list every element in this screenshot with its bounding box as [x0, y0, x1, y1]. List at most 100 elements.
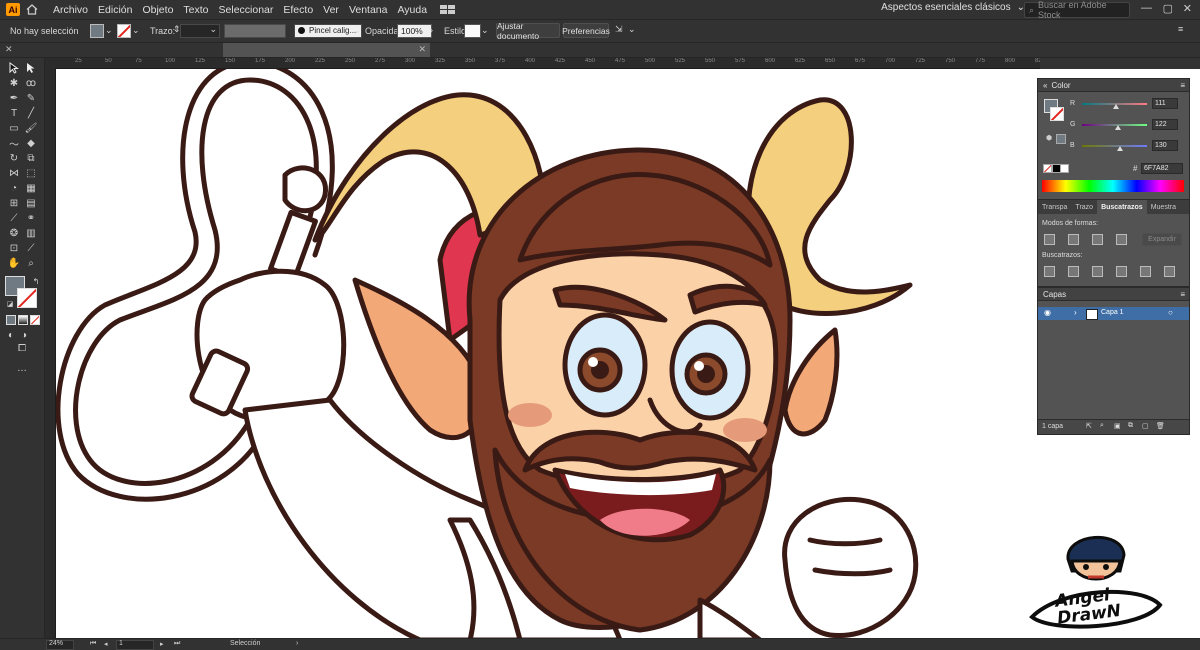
home-icon[interactable] — [26, 4, 38, 16]
free-transform-tool-icon[interactable]: ⬚ — [25, 167, 37, 179]
new-sublayer-icon[interactable]: ⧉ — [1128, 422, 1133, 430]
shape-builder-tool-icon[interactable]: ◔ — [8, 182, 20, 194]
green-knob[interactable] — [1115, 125, 1121, 130]
draw-inside-icon[interactable]: ◑ — [18, 329, 30, 341]
outline-icon[interactable] — [1140, 266, 1151, 277]
mesh-tool-icon[interactable]: ⊞ — [8, 197, 20, 209]
trim-icon[interactable] — [1068, 266, 1079, 277]
unite-icon[interactable] — [1044, 234, 1055, 245]
eyedropper-tool-icon[interactable]: ⟋ — [8, 212, 20, 224]
menu-ver[interactable]: Ver — [318, 4, 344, 16]
white-swatch[interactable] — [1060, 164, 1069, 173]
color-mode-icon[interactable] — [6, 315, 16, 325]
stroke-weight-dropdown[interactable]: ⌄ — [180, 24, 220, 38]
curvature-tool-icon[interactable]: ✎ — [25, 92, 37, 104]
align-icon[interactable]: ⇲ — [615, 24, 623, 35]
fit-document-button[interactable]: Ajustar documento — [496, 21, 560, 41]
default-colors-icon[interactable]: ◪ — [4, 298, 16, 310]
close-window-icon[interactable]: ✕ — [1183, 2, 1192, 15]
red-knob[interactable] — [1113, 104, 1119, 109]
clipping-mask-icon[interactable]: ▣ — [1114, 422, 1121, 430]
chevron-down-icon[interactable]: ⌄ — [105, 25, 113, 36]
menu-texto[interactable]: Texto — [178, 4, 213, 16]
screen-mode-icon[interactable]: ⧠ — [16, 342, 28, 354]
line-tool-icon[interactable]: ╱ — [25, 107, 37, 119]
divide-icon[interactable] — [1044, 266, 1055, 277]
first-artboard-icon[interactable]: ⏮ — [90, 640, 96, 648]
chevron-right-icon[interactable]: › — [1074, 308, 1077, 317]
web-safe-swatch[interactable] — [1056, 134, 1066, 144]
minimize-icon[interactable]: — — [1141, 2, 1152, 14]
blend-tool-icon[interactable]: ⚭ — [25, 212, 37, 224]
menu-archivo[interactable]: Archivo — [48, 4, 93, 16]
blue-slider[interactable]: B — [1070, 142, 1160, 151]
adobe-stock-search-input[interactable]: ⌕ Buscar en Adobe Stock — [1024, 0, 1130, 20]
panel-menu-icon[interactable]: ≡ — [1180, 290, 1185, 299]
draw-mode-icon[interactable]: ◐ — [5, 329, 17, 341]
previous-artboard-icon[interactable]: ◂ — [104, 640, 108, 648]
hand-tool-icon[interactable]: ✋ — [8, 257, 20, 269]
merge-icon[interactable] — [1092, 266, 1103, 277]
chevron-down-icon[interactable]: ⌄ — [628, 24, 636, 35]
green-slider[interactable]: G — [1070, 121, 1160, 130]
close-icon[interactable]: ✕ — [5, 44, 13, 55]
fill-swatch[interactable] — [90, 24, 104, 38]
tab-stroke[interactable]: Trazo — [1071, 200, 1097, 214]
tab-transparency[interactable]: Transpa — [1038, 200, 1071, 214]
tab-swatches[interactable]: Muestra — [1147, 200, 1180, 214]
chevron-right-icon[interactable]: › — [296, 640, 298, 647]
rectangle-tool-icon[interactable]: ▭ — [8, 122, 20, 134]
color-spectrum[interactable] — [1042, 180, 1184, 192]
lasso-tool-icon[interactable]: ꝏ — [25, 77, 37, 89]
swap-colors-icon[interactable]: ↰ — [30, 275, 42, 287]
new-layer-icon[interactable]: ▢ — [1142, 422, 1149, 430]
workspace-switcher[interactable]: Aspectos esenciales clásicos ⌄ — [881, 2, 1025, 13]
rotate-tool-icon[interactable]: ↻ — [8, 152, 20, 164]
color-stroke-swatch[interactable] — [1050, 107, 1064, 121]
tab-pathfinder[interactable]: Buscatrazos — [1097, 200, 1147, 214]
panel-menu-icon[interactable]: ≡ — [1178, 24, 1183, 34]
blue-value-input[interactable]: 130 — [1152, 140, 1178, 151]
red-value-input[interactable]: 111 — [1152, 98, 1178, 109]
document-tab[interactable]: ✕ — [223, 43, 430, 57]
red-slider[interactable]: R — [1070, 100, 1160, 109]
blue-knob[interactable] — [1117, 146, 1123, 151]
trash-icon[interactable]: 🗑 — [1156, 422, 1165, 430]
layers-panel-header[interactable]: Capas ≡ — [1038, 288, 1189, 301]
search-layer-icon[interactable]: ⌕ — [1100, 422, 1104, 430]
expand-button[interactable]: Expandir — [1142, 233, 1182, 246]
none-swatch[interactable] — [1043, 164, 1052, 173]
magic-wand-tool-icon[interactable]: ✱ — [8, 77, 20, 89]
menu-efecto[interactable]: Efecto — [278, 4, 318, 16]
intersect-icon[interactable] — [1092, 234, 1103, 245]
perspective-grid-tool-icon[interactable]: ▦ — [25, 182, 37, 194]
shaper-tool-icon[interactable]: 〜 — [8, 137, 20, 151]
graph-tool-icon[interactable]: ▥ — [25, 227, 37, 239]
double-chevron-icon[interactable]: « — [1043, 81, 1047, 90]
stroke-swatch[interactable] — [117, 24, 131, 38]
next-artboard-icon[interactable]: ▸ — [160, 640, 164, 648]
slice-tool-icon[interactable]: ⟋ — [25, 242, 37, 254]
opacity-input[interactable]: 100% — [397, 24, 432, 38]
artboard-tool-icon[interactable]: ⊡ — [8, 242, 20, 254]
gradient-mode-icon[interactable] — [18, 315, 28, 325]
layer-row[interactable]: ◉ › Capa 1 ○ — [1038, 307, 1189, 320]
edit-toolbar-icon[interactable]: … — [16, 362, 28, 374]
variable-width-profile[interactable] — [224, 24, 286, 38]
close-icon[interactable]: ✕ — [418, 44, 426, 55]
chevron-right-icon[interactable]: › — [430, 25, 433, 35]
chevron-down-icon[interactable]: ⌄ — [132, 25, 140, 36]
type-tool-icon[interactable]: T — [8, 107, 20, 119]
crop-icon[interactable] — [1116, 266, 1127, 277]
scale-tool-icon[interactable]: ⧉ — [25, 152, 37, 164]
pen-tool-icon[interactable]: ✒ — [8, 92, 20, 104]
arrange-documents-icon[interactable] — [440, 4, 456, 15]
gradient-tool-icon[interactable]: ▤ — [25, 197, 37, 209]
menu-seleccionar[interactable]: Seleccionar — [214, 4, 279, 16]
color-panel-header[interactable]: « Color ≡ — [1038, 79, 1189, 92]
panel-menu-icon[interactable]: ≡ — [1180, 81, 1185, 90]
direct-selection-tool-icon[interactable] — [25, 62, 37, 74]
style-swatch[interactable] — [464, 24, 481, 38]
width-tool-icon[interactable]: ⋈ — [8, 167, 20, 179]
chevron-down-icon[interactable]: ⌄ — [481, 25, 489, 36]
